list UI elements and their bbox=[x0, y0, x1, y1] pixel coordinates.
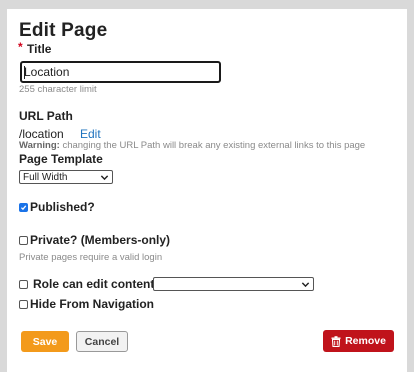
url-edit-link[interactable]: Edit bbox=[80, 127, 101, 141]
chevron-down-icon bbox=[100, 174, 109, 180]
private-row[interactable]: Private? (Members-only) bbox=[19, 233, 170, 247]
page-template-select[interactable]: Full Width bbox=[19, 170, 113, 184]
published-checkbox[interactable] bbox=[19, 202, 28, 212]
save-button[interactable]: Save bbox=[21, 331, 69, 352]
title-label: Title bbox=[27, 42, 52, 56]
warning-text: changing the URL Path will break any exi… bbox=[59, 140, 366, 151]
title-input-value: Location bbox=[24, 65, 70, 79]
hide-nav-checkbox[interactable] bbox=[19, 299, 28, 309]
remove-button[interactable]: Remove bbox=[323, 330, 394, 352]
private-hint: Private pages require a valid login bbox=[19, 252, 163, 263]
url-path-value: /location bbox=[19, 127, 64, 141]
url-path-label: URL Path bbox=[19, 109, 73, 123]
hide-nav-label: Hide From Navigation bbox=[30, 297, 155, 311]
page-template-label: Page Template bbox=[19, 152, 103, 166]
page-template-value: Full Width bbox=[23, 171, 68, 183]
title-input[interactable]: Location bbox=[20, 61, 221, 83]
private-checkbox[interactable] bbox=[19, 235, 28, 245]
role-select[interactable] bbox=[153, 277, 314, 291]
role-checkbox[interactable] bbox=[19, 279, 28, 289]
chevron-down-icon bbox=[301, 281, 310, 287]
hide-nav-row[interactable]: Hide From Navigation bbox=[19, 297, 154, 311]
private-label: Private? (Members-only) bbox=[30, 233, 171, 247]
url-warning: Warning: changing the URL Path will brea… bbox=[19, 140, 365, 151]
published-label: Published? bbox=[30, 200, 95, 214]
page-title: Edit Page bbox=[19, 20, 108, 41]
warning-label: Warning: bbox=[19, 140, 60, 151]
role-row: Role can edit content bbox=[19, 277, 154, 291]
trash-icon bbox=[331, 335, 341, 347]
published-row[interactable]: Published? bbox=[19, 200, 95, 214]
remove-button-label: Remove bbox=[345, 335, 386, 347]
cancel-button[interactable]: Cancel bbox=[76, 331, 128, 352]
edit-page-panel: Edit Page * Title Location 255 character… bbox=[7, 9, 407, 372]
role-label: Role can edit content bbox=[33, 277, 155, 291]
title-hint: 255 character limit bbox=[19, 84, 97, 95]
required-marker: * bbox=[18, 40, 23, 54]
checkmark-icon bbox=[20, 204, 27, 210]
